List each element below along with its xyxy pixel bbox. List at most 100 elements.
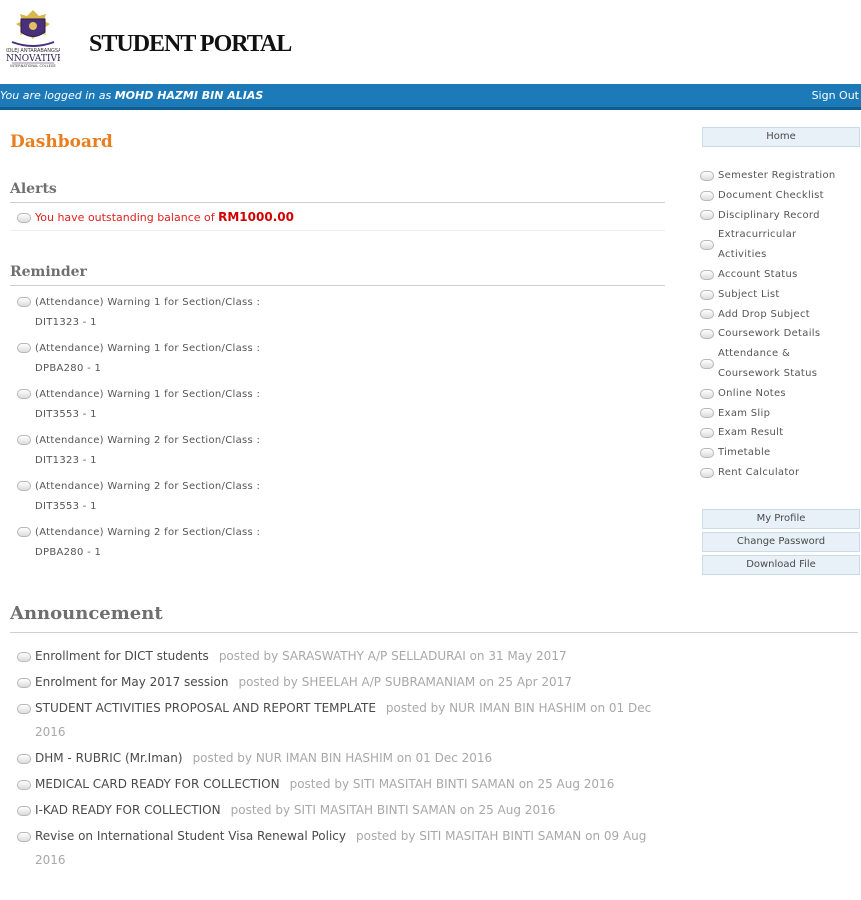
sidebar-item-label: Account Status xyxy=(718,268,798,280)
sidebar-item-exam-result[interactable]: Exam Result xyxy=(700,423,860,443)
sidebar-item-label: Add Drop Subject xyxy=(718,308,810,320)
alert-item[interactable]: You have outstanding balance of RM1000.0… xyxy=(17,210,294,224)
change-password-button[interactable]: Change Password xyxy=(702,532,860,552)
sidebar-item-label: Coursework Details xyxy=(718,328,821,340)
bullet-icon xyxy=(700,408,714,419)
college-logo: KOLEJ ANTARABANGSA INNOVATIVE INTERNATIO… xyxy=(6,10,60,68)
reminder-item[interactable]: (Attendance) Warning 2 for Section/Class… xyxy=(17,523,447,569)
announcement-item: Revise on International Student Visa Ren… xyxy=(17,824,852,872)
sidebar-item-extracurricular[interactable]: Extracurricular Activities xyxy=(700,225,860,265)
reminder-code: DIT1323 - 1 xyxy=(35,317,97,328)
sidebar-item-attendance-coursework[interactable]: Attendance & Coursework Status xyxy=(700,344,860,384)
reminder-heading: Reminder xyxy=(10,264,87,280)
announcement-heading: Announcement xyxy=(10,603,163,624)
sidebar-item-account-status[interactable]: Account Status xyxy=(700,265,860,285)
announcement-link[interactable]: DHM - RUBRIC (Mr.Iman) xyxy=(35,751,183,765)
sidebar-item-add-drop-subject[interactable]: Add Drop Subject xyxy=(700,305,860,325)
bullet-icon xyxy=(700,269,714,280)
sidebar-item-rent-calculator[interactable]: Rent Calculator xyxy=(700,463,860,483)
announcement-meta: posted by SITI MASITAH BINTI SAMAN on 09… xyxy=(356,829,647,843)
bullet-icon xyxy=(17,527,31,537)
bullet-icon xyxy=(17,651,31,662)
my-profile-button[interactable]: My Profile xyxy=(702,509,860,529)
sidebar-item-label: Online Notes xyxy=(718,387,786,399)
bullet-icon xyxy=(700,309,714,320)
sidebar-item-label: Timetable xyxy=(718,447,771,459)
announcement-link[interactable]: Revise on International Student Visa Ren… xyxy=(35,829,346,843)
user-name: MOHD HAZMI BIN ALIAS xyxy=(114,89,264,102)
label-line-1: Extracurricular xyxy=(718,229,797,241)
reminder-code: DIT3553 - 1 xyxy=(35,501,97,512)
reminder-item[interactable]: (Attendance) Warning 1 for Section/Class… xyxy=(17,385,447,431)
bullet-icon xyxy=(17,703,31,714)
sidebar-item-timetable[interactable]: Timetable xyxy=(700,443,860,463)
announcement-meta-continued: 2016 xyxy=(35,725,66,739)
announcement-item: Enrolment for May 2017 session posted by … xyxy=(17,670,852,694)
sidebar-item-online-notes[interactable]: Online Notes xyxy=(700,384,860,404)
bullet-icon xyxy=(17,779,31,790)
sidebar-item-label: Disciplinary Record xyxy=(718,209,820,221)
bullet-icon xyxy=(700,428,714,439)
reminder-item[interactable]: (Attendance) Warning 1 for Section/Class… xyxy=(17,293,447,339)
alert-text: You have outstanding balance of xyxy=(35,211,215,224)
announcement-item: MEDICAL CARD READY FOR COLLECTION posted … xyxy=(17,772,852,796)
announcement-item: I-KAD READY FOR COLLECTION posted by SITI… xyxy=(17,798,852,822)
alerts-divider xyxy=(10,202,665,203)
reminder-item[interactable]: (Attendance) Warning 2 for Section/Class… xyxy=(17,431,447,477)
bullet-icon xyxy=(17,213,31,223)
reminder-code: DIT1323 - 1 xyxy=(35,455,97,466)
bullet-icon xyxy=(700,190,714,201)
sidebar-item-label: Rent Calculator xyxy=(718,466,800,478)
sidebar-item-subject-list[interactable]: Subject List xyxy=(700,285,860,305)
download-file-button[interactable]: Download File xyxy=(702,555,860,575)
announcement-meta: posted by SARASWATHY A/P SELLADURAI on 3… xyxy=(218,649,567,663)
sidebar-item-disciplinary-record[interactable]: Disciplinary Record xyxy=(700,206,860,226)
bullet-icon xyxy=(700,388,714,399)
bullet-icon xyxy=(17,343,31,353)
announcement-link[interactable]: I-KAD READY FOR COLLECTION xyxy=(35,803,221,817)
reminder-text: (Attendance) Warning 2 for Section/Class… xyxy=(35,481,261,492)
announcement-divider xyxy=(10,632,858,633)
sidebar-item-document-checklist[interactable]: Document Checklist xyxy=(700,186,860,206)
announcement-item: Enrollment for DICT students posted by SA… xyxy=(17,644,852,668)
sidebar-item-label: Subject List xyxy=(718,288,780,300)
announcement-meta-continued: 2016 xyxy=(35,853,66,867)
sidebar-item-label: Extracurricular Activities xyxy=(718,225,796,265)
status-bar: You are logged in as MOHD HAZMI BIN ALIA… xyxy=(0,84,861,110)
announcement-link[interactable]: MEDICAL CARD READY FOR COLLECTION xyxy=(35,777,280,791)
reminder-divider xyxy=(10,285,665,286)
bullet-icon xyxy=(700,358,714,369)
announcement-item: DHM - RUBRIC (Mr.Iman) posted by NUR IMAN… xyxy=(17,746,852,770)
sidebar-item-label: Attendance & Coursework Status xyxy=(718,344,817,384)
bullet-icon xyxy=(700,240,714,251)
reminder-code: DPBA280 - 1 xyxy=(35,363,102,374)
reminder-item[interactable]: (Attendance) Warning 2 for Section/Class… xyxy=(17,477,447,523)
sidebar-item-semester-registration[interactable]: Semester Registration xyxy=(700,166,860,186)
sidebar-item-label: Document Checklist xyxy=(718,189,824,201)
announcement-link[interactable]: STUDENT ACTIVITIES PROPOSAL AND REPORT T… xyxy=(35,701,376,715)
bullet-icon xyxy=(700,210,714,221)
logged-in-prefix: You are logged in as xyxy=(0,89,112,102)
label-line-1: Attendance & xyxy=(718,348,791,360)
announcement-link[interactable]: Enrollment for DICT students xyxy=(35,649,209,663)
alerts-heading: Alerts xyxy=(10,181,57,197)
bullet-icon xyxy=(700,329,714,340)
bullet-icon xyxy=(700,170,714,181)
announcement-link[interactable]: Enrolment for May 2017 session xyxy=(35,675,228,689)
bullet-icon xyxy=(700,448,714,459)
page-header: KOLEJ ANTARABANGSA INNOVATIVE INTERNATIO… xyxy=(0,0,861,84)
bullet-icon xyxy=(17,831,31,842)
reminder-item[interactable]: (Attendance) Warning 1 for Section/Class… xyxy=(17,339,447,385)
label-line-2: Coursework Status xyxy=(718,367,818,379)
home-button[interactable]: Home xyxy=(702,127,860,147)
sidebar-item-coursework-details[interactable]: Coursework Details xyxy=(700,324,860,344)
bullet-icon xyxy=(17,389,31,399)
bullet-icon xyxy=(17,435,31,445)
alert-divider xyxy=(10,230,665,231)
bullet-icon xyxy=(17,753,31,764)
sign-out-link[interactable]: Sign Out xyxy=(812,84,859,107)
sidebar-item-label: Exam Slip xyxy=(718,407,771,419)
announcement-meta: posted by NUR IMAN BIN HASHIM on 01 Dec … xyxy=(192,751,493,765)
sidebar-item-exam-slip[interactable]: Exam Slip xyxy=(700,404,860,424)
reminder-code: DIT3553 - 1 xyxy=(35,409,97,420)
